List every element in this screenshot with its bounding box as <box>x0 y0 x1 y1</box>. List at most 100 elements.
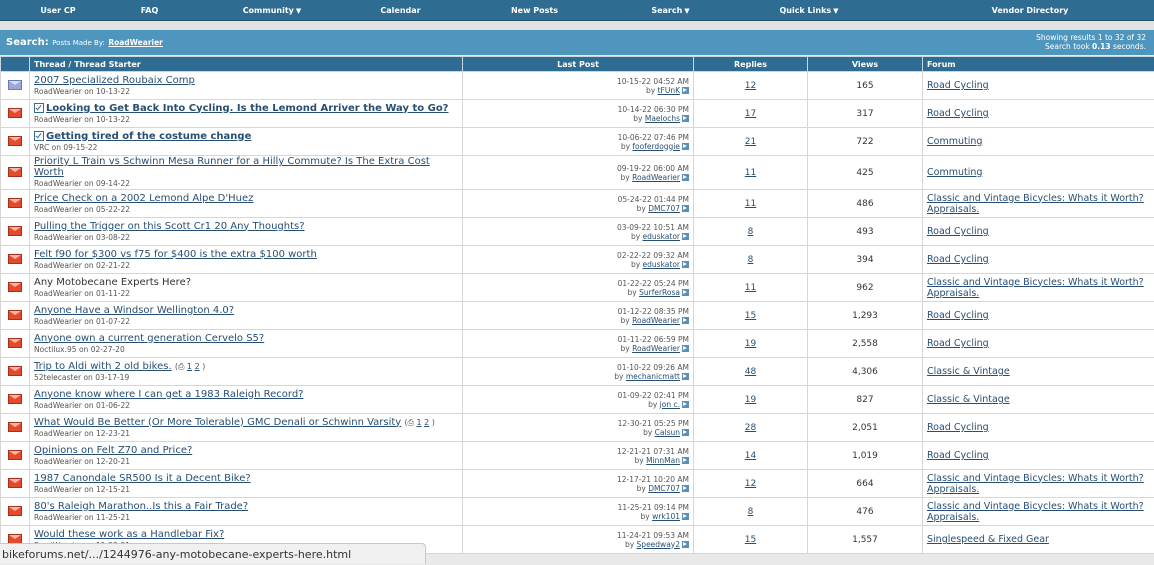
go-to-last-post-icon[interactable] <box>682 174 689 181</box>
replies-link[interactable]: 11 <box>745 283 756 293</box>
thread-title-link[interactable]: What Would Be Better (Or More Tolerable)… <box>34 417 401 428</box>
page-link[interactable]: 2 <box>195 362 200 371</box>
thread-title-link[interactable]: 80's Raleigh Marathon..Is this a Fair Tr… <box>34 501 248 512</box>
go-to-last-post-icon[interactable] <box>682 513 689 520</box>
go-to-last-post-icon[interactable] <box>682 373 689 380</box>
last-post-user-link[interactable]: eduskator <box>643 260 680 269</box>
thread-title-link[interactable]: Pulling the Trigger on this Scott Cr1 20… <box>34 221 305 232</box>
nav-item-search[interactable]: Search▼ <box>629 6 712 15</box>
thread-title-link[interactable]: Looking to Get Back Into Cycling. Is the… <box>46 103 449 114</box>
last-post-user-link[interactable]: jon c. <box>660 400 680 409</box>
forum-link[interactable]: Classic and Vintage Bicycles: Whats it W… <box>927 501 1144 523</box>
last-post-user-link[interactable]: RoadWearier <box>632 316 680 325</box>
replies-link[interactable]: 14 <box>745 451 756 461</box>
forum-link[interactable]: Road Cycling <box>927 422 989 433</box>
starter-name[interactable]: VRC <box>34 143 49 152</box>
go-to-last-post-icon[interactable] <box>682 401 689 408</box>
nav-item-new-posts[interactable]: New Posts <box>440 6 629 15</box>
forum-link[interactable]: Commuting <box>927 167 982 178</box>
starter-name[interactable]: RoadWearier <box>34 401 82 410</box>
starter-name[interactable]: RoadWearier <box>34 261 82 270</box>
replies-link[interactable]: 17 <box>745 109 756 119</box>
go-to-last-post-icon[interactable] <box>682 205 689 212</box>
go-to-last-post-icon[interactable] <box>682 429 689 436</box>
replies-column-header[interactable]: Replies <box>694 57 808 72</box>
last-post-user-link[interactable]: wrk101 <box>652 512 680 521</box>
forum-link[interactable]: Singlespeed & Fixed Gear <box>927 534 1049 545</box>
last-post-user-link[interactable]: eduskator <box>643 232 680 241</box>
starter-name[interactable]: RoadWearier <box>34 115 82 124</box>
go-to-last-post-icon[interactable] <box>682 485 689 492</box>
go-to-last-post-icon[interactable] <box>682 541 689 548</box>
views-column-header[interactable]: Views <box>808 57 923 72</box>
go-to-last-post-icon[interactable] <box>682 457 689 464</box>
go-to-last-post-icon[interactable] <box>682 289 689 296</box>
thread-title-link[interactable]: Anyone Have a Windsor Wellington 4.0? <box>34 305 234 316</box>
go-to-last-post-icon[interactable] <box>682 317 689 324</box>
forum-link[interactable]: Road Cycling <box>927 254 989 265</box>
go-to-last-post-icon[interactable] <box>682 143 689 150</box>
forum-link[interactable]: Road Cycling <box>927 450 989 461</box>
forum-link[interactable]: Classic and Vintage Bicycles: Whats it W… <box>927 473 1144 495</box>
forum-column-header[interactable]: Forum <box>923 57 1154 72</box>
last-post-user-link[interactable]: SurferRosa <box>639 288 680 297</box>
go-to-last-post-icon[interactable] <box>682 115 689 122</box>
page-link[interactable]: 1 <box>416 418 421 427</box>
last-post-column-header[interactable]: Last Post <box>463 57 694 72</box>
replies-link[interactable]: 15 <box>745 535 756 545</box>
starter-name[interactable]: RoadWearier <box>34 317 82 326</box>
nav-item-calendar[interactable]: Calendar <box>361 6 440 15</box>
forum-link[interactable]: Road Cycling <box>927 226 989 237</box>
last-post-user-link[interactable]: DMC707 <box>648 204 680 213</box>
replies-link[interactable]: 48 <box>745 367 756 377</box>
search-user-link[interactable]: RoadWearier <box>108 38 163 47</box>
replies-link[interactable]: 12 <box>745 479 756 489</box>
replies-link[interactable]: 11 <box>745 168 756 178</box>
thread-title-link[interactable]: Any Motobecane Experts Here? <box>34 277 191 288</box>
thread-title-link[interactable]: Opinions on Felt Z70 and Price? <box>34 445 192 456</box>
go-to-last-post-icon[interactable] <box>682 345 689 352</box>
thread-title-link[interactable]: 2007 Specialized Roubaix Comp <box>34 75 195 86</box>
page-link[interactable]: 1 <box>187 362 192 371</box>
last-post-user-link[interactable]: Calsun <box>655 428 680 437</box>
starter-name[interactable]: RoadWearier <box>34 485 82 494</box>
starter-name[interactable]: RoadWearier <box>34 87 82 96</box>
page-link[interactable]: 2 <box>424 418 429 427</box>
forum-link[interactable]: Road Cycling <box>927 310 989 321</box>
replies-link[interactable]: 12 <box>745 81 756 91</box>
last-post-user-link[interactable]: Speedway2 <box>637 540 680 549</box>
forum-link[interactable]: Classic & Vintage <box>927 394 1010 405</box>
thread-title-link[interactable]: Trip to Aldi with 2 old bikes. <box>34 361 172 372</box>
replies-link[interactable]: 8 <box>748 227 754 237</box>
starter-name[interactable]: RoadWearier <box>34 429 82 438</box>
go-to-last-post-icon[interactable] <box>682 233 689 240</box>
last-post-user-link[interactable]: tFUnK <box>658 86 680 95</box>
forum-link[interactable]: Classic & Vintage <box>927 366 1010 377</box>
thread-title-link[interactable]: Anyone know where I can get a 1983 Ralei… <box>34 389 303 400</box>
nav-item-community[interactable]: Community▼ <box>183 6 361 15</box>
thread-column-header[interactable]: Thread / Thread Starter <box>30 57 463 72</box>
starter-name[interactable]: RoadWearier <box>34 289 82 298</box>
forum-link[interactable]: Road Cycling <box>927 338 989 349</box>
last-post-user-link[interactable]: mechanicmatt <box>626 372 680 381</box>
starter-name[interactable]: 52telecaster <box>34 373 81 382</box>
starter-name[interactable]: RoadWearier <box>34 233 82 242</box>
last-post-user-link[interactable]: Maelochs <box>645 114 680 123</box>
last-post-user-link[interactable]: fooferdoggie <box>632 142 680 151</box>
starter-name[interactable]: RoadWearier <box>34 179 82 188</box>
replies-link[interactable]: 21 <box>745 137 756 147</box>
go-to-last-post-icon[interactable] <box>682 87 689 94</box>
replies-link[interactable]: 28 <box>745 423 756 433</box>
last-post-user-link[interactable]: RoadWearier <box>632 173 680 182</box>
nav-item-vendor-directory[interactable]: Vendor Directory <box>906 6 1154 15</box>
forum-link[interactable]: Classic and Vintage Bicycles: Whats it W… <box>927 193 1144 215</box>
replies-link[interactable]: 11 <box>745 199 756 209</box>
forum-link[interactable]: Road Cycling <box>927 80 989 91</box>
starter-name[interactable]: Noctilux.95 <box>34 345 77 354</box>
last-post-user-link[interactable]: DMC707 <box>648 484 680 493</box>
go-to-last-post-icon[interactable] <box>682 261 689 268</box>
forum-link[interactable]: Commuting <box>927 136 982 147</box>
starter-name[interactable]: RoadWearier <box>34 513 82 522</box>
starter-name[interactable]: RoadWearier <box>34 457 82 466</box>
starter-name[interactable]: RoadWearier <box>34 205 82 214</box>
